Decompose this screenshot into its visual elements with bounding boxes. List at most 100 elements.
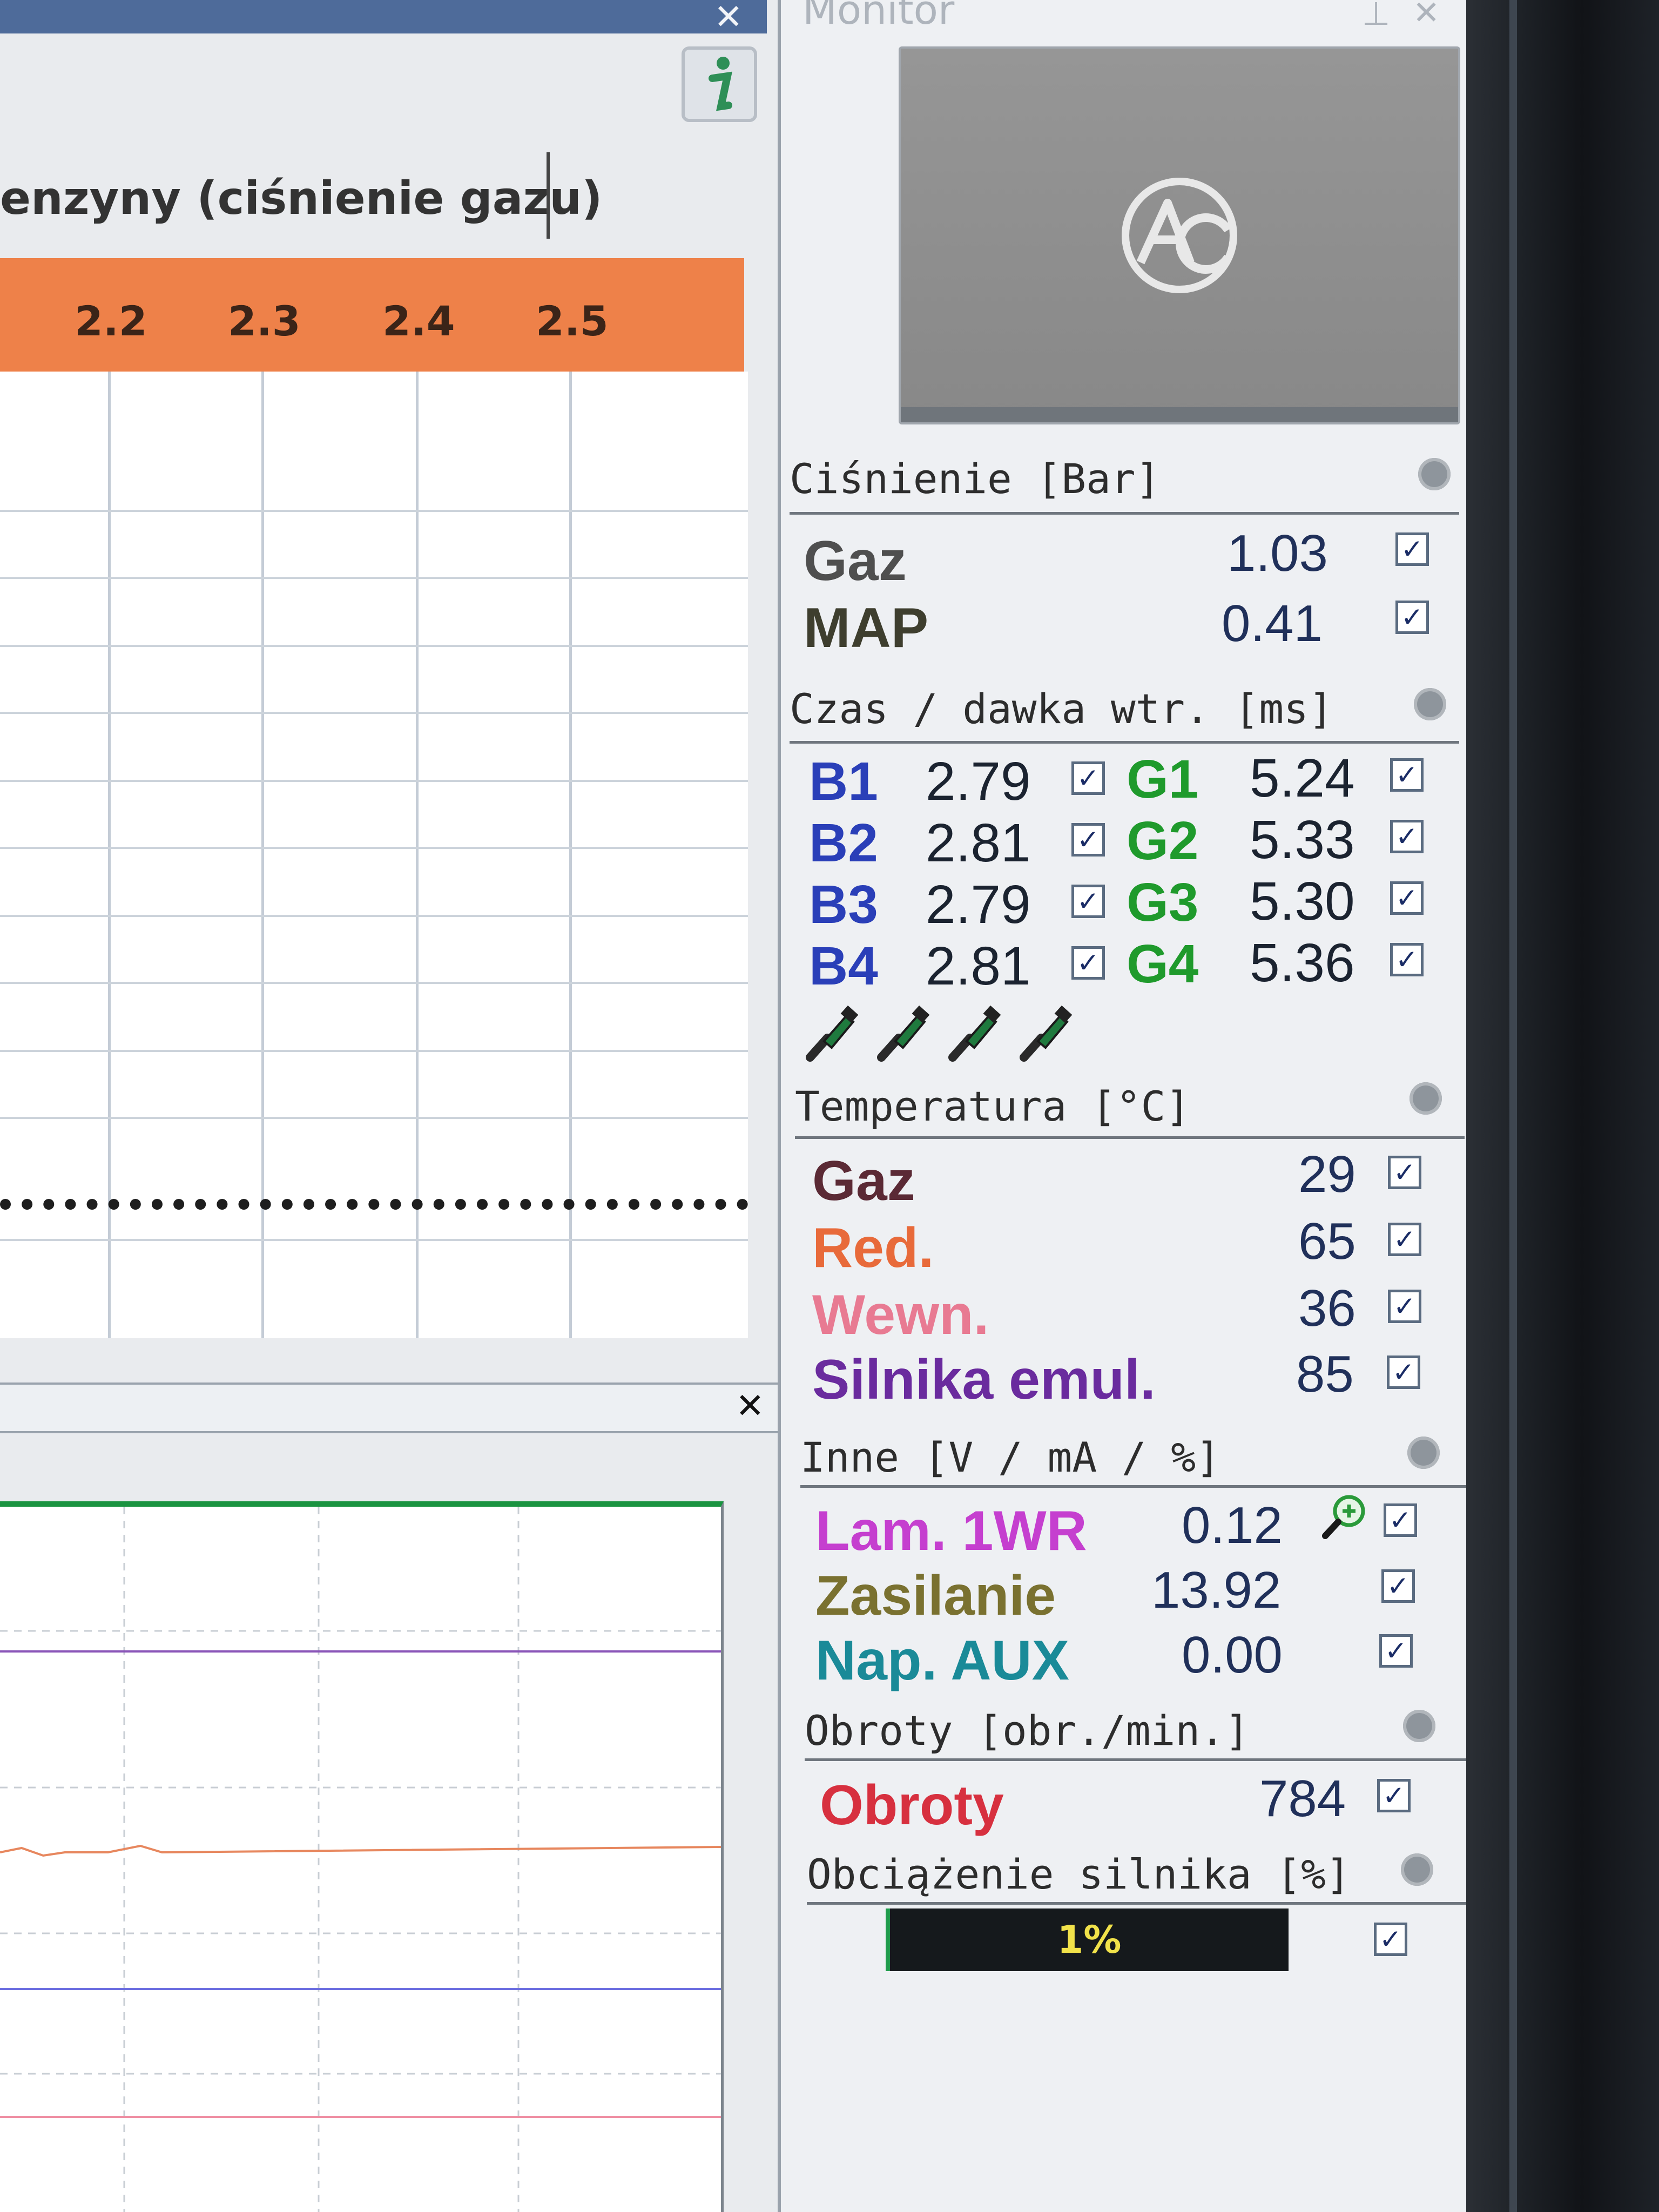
supply-voltage-label: Zasilanie bbox=[815, 1564, 1056, 1627]
pressure-gas-label: Gaz bbox=[804, 530, 907, 592]
engine-load-section-title: Obciążenie silnika [%] bbox=[807, 1850, 1351, 1898]
live-chart[interactable] bbox=[0, 1501, 724, 2212]
section-divider bbox=[790, 741, 1459, 744]
other-collapse-button[interactable] bbox=[1407, 1437, 1440, 1469]
title-divider bbox=[547, 152, 550, 239]
pressure-collapse-button[interactable] bbox=[1418, 458, 1451, 490]
map-dotted-line bbox=[0, 1199, 748, 1210]
gas-injector-2-value: 5.33 bbox=[1250, 810, 1355, 870]
gas-injector-4-checkbox[interactable]: ✓ bbox=[1390, 943, 1424, 976]
axis-tick: 2.4 bbox=[382, 297, 455, 345]
other-section-title: Inne [V / mA / %] bbox=[800, 1433, 1220, 1481]
temp-gas-value: 29 bbox=[1298, 1145, 1356, 1203]
section-divider bbox=[790, 512, 1459, 515]
injector-icon bbox=[1020, 1006, 1073, 1062]
gas-injector-4-label: G4 bbox=[1127, 934, 1199, 994]
rpm-collapse-button[interactable] bbox=[1403, 1710, 1435, 1742]
gas-injector-1-label: G1 bbox=[1127, 749, 1199, 810]
chart-window-close-icon[interactable]: ✕ bbox=[736, 1389, 765, 1424]
monitor-close-icon[interactable]: ✕ bbox=[1413, 0, 1440, 29]
supply-voltage-value: 13.92 bbox=[1151, 1561, 1282, 1619]
pressure-gas-checkbox[interactable]: ✓ bbox=[1395, 532, 1429, 566]
gas-injector-3-value: 5.30 bbox=[1250, 871, 1355, 932]
info-button[interactable] bbox=[682, 46, 757, 122]
pressure-map-label: MAP bbox=[804, 597, 929, 659]
temp-engine-label: Silnika emul. bbox=[812, 1348, 1156, 1411]
temp-reducer-checkbox[interactable]: ✓ bbox=[1388, 1223, 1421, 1256]
temp-engine-checkbox[interactable]: ✓ bbox=[1387, 1355, 1420, 1389]
petrol-injector-3-label: B3 bbox=[809, 874, 878, 935]
petrol-injector-4-label: B4 bbox=[809, 936, 878, 996]
petrol-injector-4-checkbox[interactable]: ✓ bbox=[1071, 946, 1105, 980]
map-window-close-icon[interactable]: ✕ bbox=[714, 0, 743, 35]
left-window: ✕ enzyny (ciśnienie gazu) 2.2 2.3 2.4 2.… bbox=[0, 0, 778, 2212]
injection-section-title: Czas / dawka wtr. [ms] bbox=[790, 685, 1333, 733]
petrol-injector-3-checkbox[interactable]: ✓ bbox=[1071, 885, 1105, 918]
temp-engine-value: 85 bbox=[1296, 1345, 1354, 1403]
info-icon bbox=[709, 57, 732, 111]
ac-logo-panel bbox=[899, 46, 1460, 424]
temperature-section-title: Temperatura [°C] bbox=[795, 1082, 1191, 1130]
rpm-checkbox[interactable]: ✓ bbox=[1377, 1779, 1411, 1812]
fuel-map-grid[interactable] bbox=[0, 372, 748, 1338]
gas-injector-4-value: 5.36 bbox=[1250, 933, 1355, 993]
petrol-injector-1-checkbox[interactable]: ✓ bbox=[1071, 761, 1105, 795]
petrol-injector-3-value: 2.79 bbox=[926, 874, 1031, 935]
monitor-panel: Monitor ⊥ ✕ Ciśnienie [Bar] Gaz 1.03 ✓ M… bbox=[778, 0, 1476, 2212]
gas-injector-2-checkbox[interactable]: ✓ bbox=[1390, 820, 1424, 853]
injector-icon bbox=[877, 1006, 930, 1062]
chart-plot bbox=[0, 1507, 721, 2212]
section-divider bbox=[795, 1136, 1465, 1139]
section-divider bbox=[805, 1758, 1474, 1761]
temp-gas-label: Gaz bbox=[812, 1150, 915, 1212]
injector-icon bbox=[806, 1006, 859, 1062]
lambda-checkbox[interactable]: ✓ bbox=[1384, 1503, 1417, 1537]
section-divider bbox=[800, 1485, 1470, 1488]
axis-tick: 2.3 bbox=[228, 297, 301, 345]
temp-reducer-label: Red. bbox=[812, 1217, 934, 1279]
injection-collapse-button[interactable] bbox=[1414, 688, 1446, 720]
gas-injector-2-label: G2 bbox=[1127, 811, 1199, 871]
aux-voltage-value: 0.00 bbox=[1182, 1626, 1283, 1684]
map-title: enzyny (ciśnienie gazu) bbox=[0, 172, 603, 225]
rpm-value: 784 bbox=[1259, 1770, 1346, 1827]
supply-voltage-checkbox[interactable]: ✓ bbox=[1381, 1569, 1415, 1603]
temp-gas-checkbox[interactable]: ✓ bbox=[1388, 1156, 1421, 1189]
pressure-gas-value: 1.03 bbox=[1227, 524, 1328, 582]
monitor-bezel bbox=[1466, 0, 1659, 2212]
lambda-value: 0.12 bbox=[1182, 1496, 1283, 1554]
axis-tick: 2.2 bbox=[75, 297, 147, 345]
gas-injector-1-checkbox[interactable]: ✓ bbox=[1390, 758, 1424, 792]
petrol-injector-4-value: 2.81 bbox=[926, 936, 1031, 996]
temp-internal-value: 36 bbox=[1298, 1279, 1356, 1337]
engine-load-bar: 1% bbox=[886, 1908, 1289, 1971]
zoom-in-icon[interactable] bbox=[1321, 1492, 1370, 1540]
rpm-section-title: Obroty [obr./min.] bbox=[805, 1707, 1250, 1755]
section-divider bbox=[807, 1902, 1476, 1905]
aux-voltage-checkbox[interactable]: ✓ bbox=[1379, 1634, 1413, 1668]
engine-load-value: 1% bbox=[1057, 1918, 1122, 1962]
axis-tick: 2.5 bbox=[536, 297, 609, 345]
engine-load-collapse-button[interactable] bbox=[1401, 1853, 1433, 1886]
injector-icon bbox=[948, 1006, 1001, 1062]
gas-injector-3-label: G3 bbox=[1127, 872, 1199, 933]
petrol-injector-2-checkbox[interactable]: ✓ bbox=[1071, 823, 1105, 857]
pressure-section-title: Ciśnienie [Bar] bbox=[790, 455, 1161, 503]
pressure-map-checkbox[interactable]: ✓ bbox=[1395, 601, 1429, 634]
engine-load-checkbox[interactable]: ✓ bbox=[1374, 1923, 1407, 1956]
ac-logo-icon bbox=[1122, 178, 1237, 293]
petrol-injector-2-label: B2 bbox=[809, 813, 878, 873]
aux-voltage-label: Nap. AUX bbox=[815, 1629, 1069, 1692]
injector-status-row bbox=[802, 1006, 1073, 1064]
map-window-titlebar: ✕ bbox=[0, 0, 767, 35]
pin-icon[interactable]: ⊥ bbox=[1362, 0, 1390, 30]
gas-injector-3-checkbox[interactable]: ✓ bbox=[1390, 881, 1424, 915]
gas-injector-1-value: 5.24 bbox=[1250, 748, 1355, 808]
pressure-map-value: 0.41 bbox=[1222, 595, 1323, 652]
temperature-collapse-button[interactable] bbox=[1410, 1082, 1442, 1115]
temp-reducer-value: 65 bbox=[1298, 1212, 1356, 1270]
lambda-label: Lam. 1WR bbox=[815, 1500, 1087, 1562]
petrol-injector-2-value: 2.81 bbox=[926, 813, 1031, 873]
petrol-injector-1-value: 2.79 bbox=[926, 751, 1031, 812]
temp-internal-checkbox[interactable]: ✓ bbox=[1388, 1290, 1421, 1323]
